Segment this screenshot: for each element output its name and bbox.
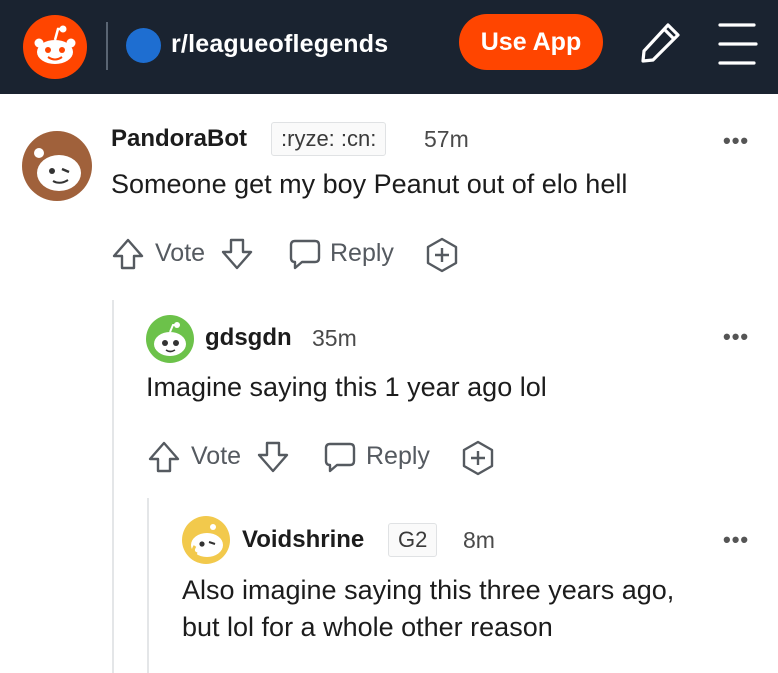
create-post-pencil-icon[interactable] bbox=[636, 19, 684, 67]
vote-label: Vote bbox=[155, 239, 206, 267]
header-divider bbox=[106, 22, 108, 70]
more-options-button[interactable]: ••• bbox=[723, 130, 749, 152]
reply-bubble-icon[interactable] bbox=[322, 439, 358, 475]
reddit-logo-icon[interactable] bbox=[23, 15, 87, 79]
more-options-button[interactable]: ••• bbox=[723, 326, 749, 348]
comment-body: Imagine saying this 1 year ago lol bbox=[146, 372, 547, 402]
vote-label: Vote bbox=[191, 442, 242, 470]
thread-line-level-1[interactable] bbox=[112, 300, 114, 673]
timestamp: 8m bbox=[463, 527, 495, 553]
username[interactable]: Voidshrine bbox=[242, 525, 364, 555]
timestamp: 57m bbox=[424, 126, 469, 152]
avatar[interactable] bbox=[182, 516, 230, 564]
reply-button[interactable]: Reply bbox=[330, 238, 394, 268]
downvote-icon[interactable] bbox=[219, 236, 255, 272]
avatar[interactable] bbox=[22, 131, 92, 201]
user-flair: :ryze: :cn: bbox=[271, 122, 387, 156]
subreddit-icon[interactable] bbox=[126, 28, 161, 63]
comment-body-line-2: but lol for a whole other reason bbox=[182, 612, 553, 642]
thread-line-level-2[interactable] bbox=[147, 498, 149, 673]
user-flair: G2 bbox=[388, 523, 438, 557]
menu-hamburger-icon[interactable] bbox=[714, 19, 762, 69]
comment-body: Someone get my boy Peanut out of elo hel… bbox=[111, 169, 628, 199]
timestamp: 35m bbox=[312, 325, 357, 351]
use-app-button[interactable]: Use App bbox=[459, 14, 603, 70]
upvote-icon[interactable] bbox=[146, 439, 182, 475]
comment-body-line-1: Also imagine saying this three years ago… bbox=[182, 575, 675, 605]
username[interactable]: PandoraBot bbox=[111, 124, 247, 154]
upvote-icon[interactable] bbox=[110, 236, 146, 272]
more-options-button[interactable]: ••• bbox=[723, 529, 749, 551]
downvote-icon[interactable] bbox=[255, 439, 291, 475]
award-icon[interactable] bbox=[423, 236, 461, 274]
award-icon[interactable] bbox=[459, 439, 497, 477]
subreddit-name[interactable]: r/leagueoflegends bbox=[171, 28, 388, 60]
reply-button[interactable]: Reply bbox=[366, 441, 430, 471]
reply-bubble-icon[interactable] bbox=[287, 236, 323, 272]
top-bar: r/leagueoflegends Use App bbox=[0, 0, 778, 94]
username[interactable]: gdsgdn bbox=[205, 323, 292, 353]
avatar[interactable] bbox=[146, 315, 194, 363]
